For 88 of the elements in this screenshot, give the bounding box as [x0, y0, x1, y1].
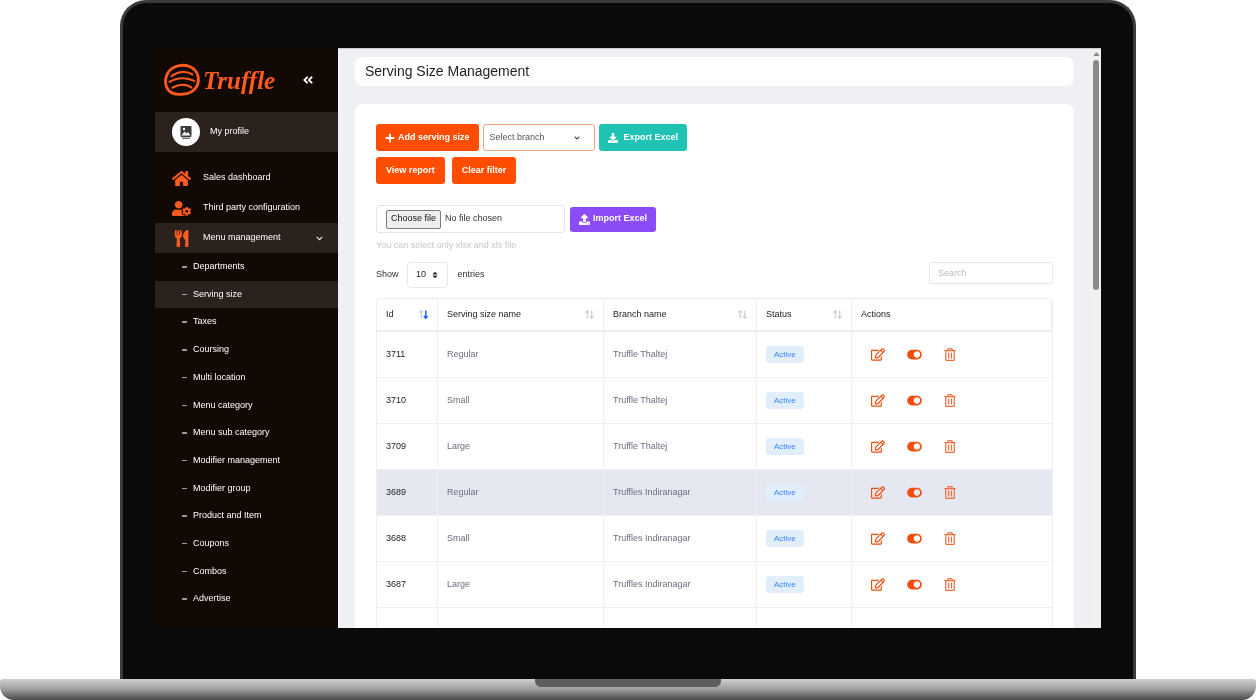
avatar-icon — [172, 118, 200, 146]
scroll-up-icon[interactable] — [1092, 52, 1100, 56]
file-input[interactable]: Choose file No file chosen — [376, 205, 565, 233]
file-status-text: No file chosen — [445, 212, 503, 226]
status-badge: Active — [766, 438, 804, 455]
table-cell: 3710 — [377, 378, 438, 423]
toggle-on-icon[interactable] — [907, 348, 922, 361]
column-header[interactable]: Branch name — [604, 299, 757, 330]
edit-icon[interactable] — [871, 394, 885, 407]
page-title: Serving Size Management — [365, 62, 530, 81]
status-badge: Active — [766, 392, 804, 409]
table-cell: Truffle Thaltej — [604, 424, 757, 469]
dash-icon — [182, 266, 187, 268]
table-cell: Small — [438, 516, 604, 561]
table-cell: 3687 — [377, 562, 438, 607]
show-label: Show — [376, 268, 399, 282]
dash-icon — [182, 349, 187, 351]
table-cell: Large — [438, 424, 604, 469]
dash-icon — [182, 459, 187, 462]
table-cell: Regular — [438, 470, 604, 515]
column-header[interactable]: Status — [757, 299, 852, 330]
dash-icon — [182, 321, 187, 323]
logo-icon — [162, 63, 200, 97]
plus-icon — [385, 132, 395, 143]
status-badge: Active — [766, 530, 804, 547]
dash-icon — [182, 432, 187, 434]
edit-icon[interactable] — [871, 578, 885, 591]
utensils-icon — [172, 229, 191, 247]
toggle-on-icon[interactable] — [907, 578, 922, 591]
dash-icon — [182, 376, 187, 379]
upload-icon — [579, 213, 590, 225]
home-icon — [172, 169, 191, 187]
table-cell: 3689 — [377, 470, 438, 515]
dash-icon — [182, 570, 187, 573]
table-cell: Regular — [438, 332, 604, 377]
scrollbar-thumb[interactable] — [1093, 60, 1099, 290]
choose-file-button[interactable]: Choose file — [386, 209, 442, 229]
toggle-on-icon[interactable] — [907, 440, 922, 453]
dash-icon — [182, 542, 187, 545]
dash-icon — [182, 404, 187, 407]
dash-icon — [182, 515, 187, 517]
table-cell: Truffles Indiranagar — [604, 516, 757, 561]
toggle-on-icon[interactable] — [907, 486, 922, 499]
status-badge: Active — [766, 484, 804, 501]
trash-icon[interactable] — [944, 440, 956, 453]
trash-icon[interactable] — [944, 486, 956, 499]
table-cell: 3711 — [377, 332, 438, 377]
status-badge: Active — [766, 576, 804, 593]
table-cell: Truffles Indiranagar — [604, 470, 757, 515]
page-size-select[interactable]: 10 — [406, 262, 448, 288]
table-cell: 3688 — [377, 516, 438, 561]
entries-label: entries — [457, 268, 485, 282]
edit-icon[interactable] — [871, 348, 885, 361]
dash-icon — [182, 293, 187, 296]
search-field[interactable]: Search — [929, 262, 1053, 284]
import-excel-button[interactable]: Import Excel — [570, 206, 657, 232]
column-header[interactable]: Id — [377, 299, 438, 330]
column-header[interactable]: Serving size name — [438, 299, 604, 330]
table-cell: Large — [438, 562, 604, 607]
trash-icon[interactable] — [944, 348, 956, 361]
table-cell: Small — [438, 378, 604, 423]
profile-link[interactable]: My profile — [155, 112, 338, 152]
toggle-on-icon[interactable] — [907, 394, 922, 407]
table-cell: 3709 — [377, 424, 438, 469]
trash-icon[interactable] — [944, 394, 956, 407]
edit-icon[interactable] — [871, 532, 885, 545]
toggle-on-icon[interactable] — [907, 532, 922, 545]
table-cell: Truffles Indiranagar — [604, 562, 757, 607]
user-gear-icon — [172, 199, 191, 217]
chevron-down-icon — [573, 134, 580, 141]
edit-icon[interactable] — [871, 440, 885, 453]
branch-select[interactable]: Select branch — [482, 124, 595, 151]
status-badge: Active — [766, 346, 804, 363]
dash-icon — [182, 598, 187, 600]
submenu-item[interactable]: Serving size — [155, 280, 338, 309]
sort-caret-icon — [432, 271, 438, 279]
scrollbar[interactable] — [1091, 48, 1101, 628]
table-cell: Truffle Thaltej — [604, 332, 757, 377]
nav-item[interactable]: Menu management — [155, 223, 338, 253]
table-cell: Truffle Thaltej — [604, 378, 757, 423]
dash-icon — [182, 487, 187, 490]
edit-icon[interactable] — [871, 486, 885, 499]
trash-icon[interactable] — [944, 532, 956, 545]
collapse-icon[interactable] — [302, 74, 314, 86]
column-header: Actions — [852, 299, 1052, 330]
download-icon — [607, 132, 618, 143]
trash-icon[interactable] — [944, 578, 956, 591]
brand-name: Truffle — [203, 67, 276, 93]
